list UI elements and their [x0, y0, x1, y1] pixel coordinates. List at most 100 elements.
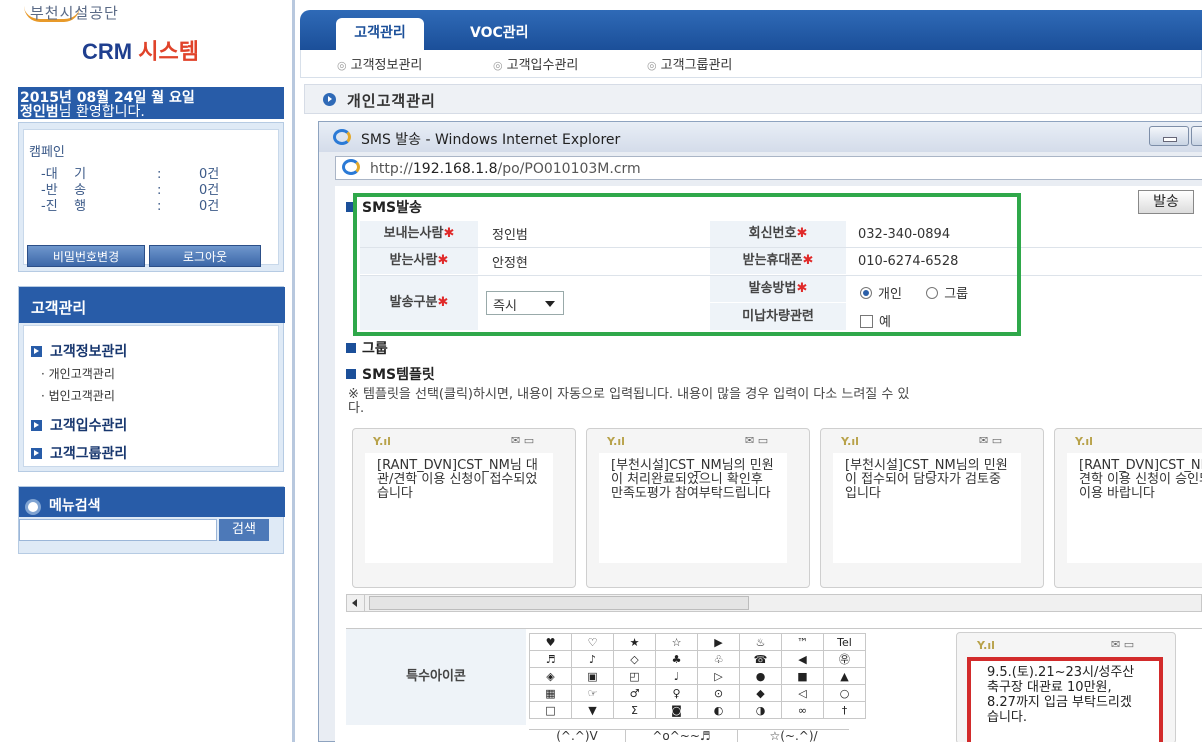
unpaid-vehicle-label: 미납차량관련 — [710, 303, 846, 330]
special-icon-cell[interactable]: † — [823, 701, 866, 719]
logo-title: CRM 시스템 — [82, 34, 199, 66]
template-card[interactable]: Y.ıl ✉ ▭ [부천시설]CST_NM님의 민원이 처리완료되었으니 확인후… — [586, 428, 810, 588]
special-icon-cell[interactable]: ◀ — [781, 650, 824, 668]
special-icon-cell[interactable]: ⊙ — [697, 684, 740, 702]
template-card[interactable]: Y.ıl ✉ ▭ [부천시설]CST_NM님의 민원이 접수되어 담당자가 검토… — [820, 428, 1044, 588]
special-icon-cell[interactable]: ▦ — [529, 684, 572, 702]
tab-voc-management[interactable]: VOC관리 — [470, 18, 529, 48]
sms-message-textarea[interactable]: 9.5.(토).21~23시/성주산축구장 대관료 10만원, 8.27까지 입… — [967, 657, 1163, 742]
special-icon-cell[interactable]: ◙ — [655, 701, 698, 719]
special-icon-cell[interactable]: ▼ — [571, 701, 614, 719]
special-icon-cell[interactable]: ♧ — [697, 650, 740, 668]
menu-sub-individual[interactable]: · 개인고객관리 — [41, 365, 115, 382]
radio-group[interactable] — [926, 287, 939, 299]
special-icon-cell[interactable]: ◑ — [739, 701, 782, 719]
reply-number-value[interactable]: 032-340-0894 — [858, 227, 950, 242]
logo-main: CRM — [82, 39, 133, 64]
sender-label-text: 보내는사람 — [383, 226, 444, 241]
special-icon-cell[interactable]: ♨ — [739, 633, 782, 651]
change-password-button[interactable]: 비밀번호변경 — [27, 245, 145, 267]
special-icon-cell[interactable]: ♬ — [529, 650, 572, 668]
special-icon-cell[interactable]: ○ — [823, 684, 866, 702]
special-icon-label: 특수아이콘 — [346, 629, 526, 725]
user-name: 정인범 — [20, 104, 59, 120]
special-icon-cell[interactable]: Σ — [613, 701, 656, 719]
special-icon-cell[interactable]: □ — [529, 701, 572, 719]
special-icon-cell[interactable]: ▶ — [697, 633, 740, 651]
special-icon-cell[interactable]: ♂ — [613, 684, 656, 702]
template-card[interactable]: Y.ıl [RANT_DVN]CST_NM님 대관/견학 이용 신청이 승인되었… — [1054, 428, 1202, 588]
emoticon-button[interactable]: (^.^)V — [529, 729, 625, 742]
sub-nav: 고객정보관리 고객입수관리 고객그룹관리 — [300, 50, 1202, 78]
template-text: [부천시설]CST_NM님의 민원이 접수되어 담당자가 검토중입니다 — [833, 453, 1021, 563]
ie-logo-icon — [333, 129, 351, 145]
special-icon-cell[interactable]: ☆ — [655, 633, 698, 651]
arrow-icon — [31, 448, 42, 459]
sms-section-label: SMS발송 — [362, 200, 422, 216]
special-icon-cell[interactable]: Tel — [823, 633, 866, 651]
special-icon-cell[interactable]: ▲ — [823, 667, 866, 685]
special-icon-cell[interactable]: ∞ — [781, 701, 824, 719]
address-bar[interactable]: http://192.168.1.8/po/PO010103M.crm — [335, 156, 1202, 180]
campaign-row: -진 행: 0건 — [41, 195, 219, 214]
minimize-button[interactable] — [1149, 126, 1189, 146]
subnav-customer-intake[interactable]: 고객입수관리 — [493, 54, 579, 73]
template-note: ※ 템플릿을 선택(클릭)하시면, 내용이 자동으로 입력됩니다. 내용이 많을… — [348, 388, 1202, 416]
special-icon-cell[interactable]: ♩ — [655, 667, 698, 685]
special-icon-cell[interactable]: ◁ — [781, 684, 824, 702]
ie-page-icon — [342, 159, 360, 175]
tab-customer-management[interactable]: 고객관리 — [336, 18, 424, 50]
unpaid-checkbox[interactable] — [860, 315, 873, 328]
special-icon-cell[interactable]: ◰ — [613, 667, 656, 685]
menu-item-label: 고객입수관리 — [50, 418, 128, 434]
emoticon-button[interactable]: ☆(~.^)/ — [737, 729, 849, 742]
menu-search-input[interactable] — [19, 519, 217, 541]
special-icon-cell[interactable]: ☎ — [739, 650, 782, 668]
menu-item-customer-intake[interactable]: 고객입수관리 — [31, 415, 127, 435]
send-type-select[interactable]: 즉시 — [486, 291, 564, 315]
menu-sub-corporate[interactable]: · 법인고객관리 — [41, 387, 115, 404]
mobile-value[interactable]: 010-6274-6528 — [858, 254, 958, 269]
maximize-button[interactable] — [1191, 126, 1202, 146]
subnav-customer-group[interactable]: 고객그룹관리 — [647, 54, 733, 73]
special-icon-grid: ♥ ♡ ★ ☆ ▶ ♨ ™ Tel ♬ ♪ ◇ ♣ ♧ ☎ ◀ ㉾ ◈ ▣ ◰ ♩ ▷ ● ■ ▲ ▦ ☞ ♂ ♀ ⊙ ◆ ◁ ○ □ ▼ Σ ◙ ◐ ◑… — [529, 633, 866, 719]
subnav-customer-info[interactable]: 고객정보관리 — [337, 54, 423, 73]
special-icon-cell[interactable]: ▣ — [571, 667, 614, 685]
group-section-title: 그룹 — [346, 338, 388, 358]
special-icon-cell[interactable]: ■ — [781, 667, 824, 685]
special-icon-cell[interactable]: ● — [739, 667, 782, 685]
send-button[interactable]: 발송 — [1138, 190, 1194, 214]
menu-item-customer-info[interactable]: 고객정보관리 — [31, 341, 127, 361]
special-icon-cell[interactable]: ♣ — [655, 650, 698, 668]
special-icon-cell[interactable]: ㉾ — [823, 650, 866, 668]
search-button[interactable]: 검색 — [219, 519, 269, 541]
template-section-label: SMS템플릿 — [362, 367, 435, 383]
horizontal-scrollbar[interactable] — [346, 594, 1202, 612]
send-method-options: 개인 그룹 — [860, 283, 968, 302]
special-icon-cell[interactable]: ♀ — [655, 684, 698, 702]
emoticon-button[interactable]: ^o^~~♬ — [625, 729, 737, 742]
special-icon-cell[interactable]: ◆ — [739, 684, 782, 702]
special-icon-cell[interactable]: ▷ — [697, 667, 740, 685]
menu-item-customer-group[interactable]: 고객그룹관리 — [31, 443, 127, 463]
special-icon-cell[interactable]: ☞ — [571, 684, 614, 702]
special-icon-cell[interactable]: ◇ — [613, 650, 656, 668]
unpaid-vehicle-option: 예 — [860, 311, 891, 330]
scroll-thumb[interactable] — [369, 596, 749, 610]
special-icon-cell[interactable]: ♥ — [529, 633, 572, 651]
receiver-value[interactable]: 안정현 — [492, 252, 528, 271]
template-card[interactable]: Y.ıl ✉ ▭ [RANT_DVN]CST_NM님 대관/견학 이용 신청이 … — [352, 428, 576, 588]
scroll-left-icon[interactable] — [347, 595, 365, 611]
special-icon-cell[interactable]: ◐ — [697, 701, 740, 719]
special-icon-cell[interactable]: ♡ — [571, 633, 614, 651]
sender-value[interactable]: 정인범 — [492, 224, 528, 243]
radio-individual-label: 개인 — [878, 287, 902, 302]
special-icon-cell[interactable]: ♪ — [571, 650, 614, 668]
logout-button[interactable]: 로그아웃 — [149, 245, 261, 267]
radio-individual[interactable] — [860, 287, 872, 299]
special-icon-cell[interactable]: ★ — [613, 633, 656, 651]
special-icon-cell[interactable]: ◈ — [529, 667, 572, 685]
special-icon-cell[interactable]: ™ — [781, 633, 824, 651]
group-section-label: 그룹 — [362, 341, 388, 357]
template-text-inner: [RANT_DVN]CST_NM님 대관/견학 이용 신청이 승인되었사오니 이… — [1079, 458, 1202, 501]
